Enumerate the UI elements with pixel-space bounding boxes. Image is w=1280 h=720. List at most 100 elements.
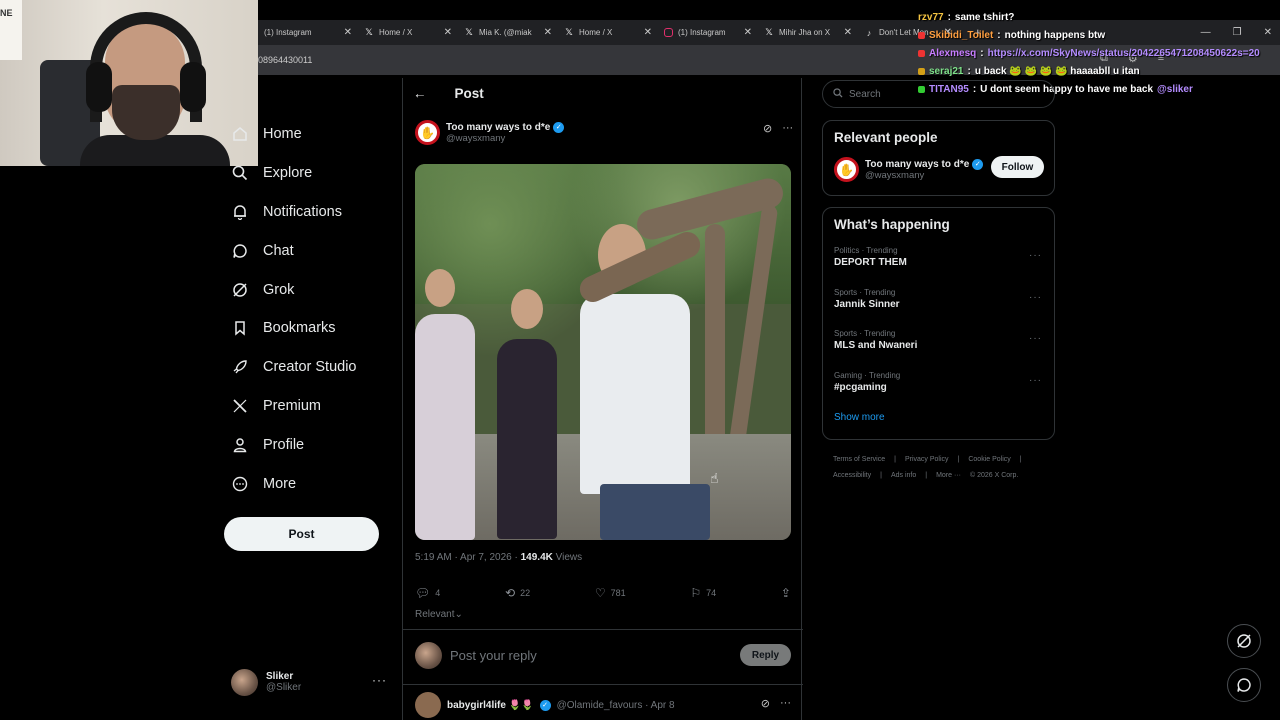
repost-action[interactable]: ⟲ 22 bbox=[505, 586, 530, 600]
show-more-link[interactable]: Show more bbox=[823, 406, 1054, 423]
chat-icon bbox=[231, 242, 249, 260]
more-circle-icon bbox=[231, 475, 249, 493]
footer-link[interactable]: Ads info bbox=[891, 472, 916, 479]
trend-item[interactable]: Gaming · Trending #pcgaming ··· bbox=[823, 365, 1054, 407]
post-timestamp[interactable]: 5:19 AM · Apr 7, 2026 · bbox=[415, 552, 521, 563]
search-input[interactable]: Search bbox=[849, 89, 881, 100]
browser-tab[interactable]: 𝕏 Home / X ✕ bbox=[358, 21, 458, 45]
footer-link[interactable]: Accessibility bbox=[833, 472, 871, 479]
post-meta: 5:19 AM · Apr 7, 2026 · 149.4K Views bbox=[415, 552, 582, 563]
footer-link[interactable]: Privacy Policy bbox=[905, 456, 949, 463]
close-icon[interactable]: ✕ bbox=[844, 27, 852, 38]
reply-author-name[interactable]: babygirl4life 🌷🌷 bbox=[447, 700, 534, 711]
more-dots-icon[interactable]: ··· bbox=[1029, 250, 1042, 261]
reply-author-handle[interactable]: @Olamide_favours · Apr 8 bbox=[557, 700, 675, 711]
reply-action[interactable]: 💬︎ 4 bbox=[415, 586, 440, 600]
footer-separator: | bbox=[957, 456, 960, 463]
close-icon[interactable]: ✕ bbox=[444, 27, 452, 38]
nav-item-grok[interactable]: Grok bbox=[224, 270, 357, 309]
nav-item-more[interactable]: More bbox=[224, 464, 357, 503]
mouse-cursor-icon: ☝ bbox=[710, 470, 719, 486]
reply-sort-dropdown[interactable]: Relevant⌄ bbox=[415, 609, 463, 620]
trend-category: Sports · Trending bbox=[834, 287, 896, 297]
post-button[interactable]: Post bbox=[224, 517, 379, 551]
rocket-icon bbox=[231, 358, 249, 376]
nav-item-bookmarks[interactable]: Bookmarks bbox=[224, 309, 357, 348]
grok-icon[interactable]: ⊘ bbox=[761, 697, 770, 710]
footer-separator: | bbox=[894, 456, 896, 463]
trend-item[interactable]: Sports · Trending Jannik Sinner ··· bbox=[823, 282, 1054, 324]
grok-float-button[interactable] bbox=[1227, 624, 1261, 658]
x-logo-icon: 𝕏 bbox=[365, 27, 373, 37]
post-video[interactable] bbox=[415, 164, 791, 540]
browser-tab[interactable]: 𝕏 Home / X ✕ bbox=[558, 21, 658, 45]
avatar bbox=[231, 668, 258, 696]
nav-item-explore[interactable]: Explore bbox=[224, 154, 357, 193]
nav-item-chat[interactable]: Chat bbox=[224, 231, 357, 270]
chat-text: same tshirt? bbox=[954, 11, 1015, 23]
close-icon[interactable]: ✕ bbox=[644, 27, 652, 38]
grok-icon[interactable]: ⊘ bbox=[763, 122, 772, 135]
person-name[interactable]: Too many ways to d*e bbox=[865, 159, 969, 170]
more-dots-icon[interactable]: ··· bbox=[372, 673, 387, 687]
close-icon[interactable]: ✕ bbox=[544, 27, 552, 38]
nav-item-creator-studio[interactable]: Creator Studio bbox=[224, 348, 357, 387]
nav-item-premium[interactable]: Premium bbox=[224, 387, 357, 426]
more-dots-icon[interactable]: ··· bbox=[1029, 333, 1042, 344]
profile-handle: @Sliker bbox=[266, 682, 302, 693]
post-author[interactable]: ✋ Too many ways to d*e ✓ @waysxmany bbox=[415, 120, 565, 145]
reply-count: 4 bbox=[435, 588, 441, 598]
url-text[interactable]: 08964430011 bbox=[258, 55, 312, 65]
trend-title: MLS and Nwaneri bbox=[834, 340, 918, 351]
badge-icon bbox=[918, 49, 925, 57]
chat-username: Skibidi_Toilet bbox=[929, 29, 994, 41]
reply-input[interactable]: Post your reply bbox=[450, 648, 732, 663]
back-arrow-icon[interactable]: ← bbox=[413, 86, 427, 101]
nav-item-home[interactable]: Home bbox=[224, 115, 357, 154]
card-title: Relevant people bbox=[834, 130, 938, 145]
avatar[interactable] bbox=[415, 692, 441, 718]
bookmark-icon: ⚐ bbox=[690, 586, 702, 600]
browser-tab[interactable]: (1) Instagram ✕ bbox=[658, 21, 758, 45]
trend-item[interactable]: Sports · Trending MLS and Nwaneri ··· bbox=[823, 323, 1054, 365]
more-dots-icon[interactable]: ··· bbox=[782, 122, 793, 135]
person-icon bbox=[231, 436, 249, 454]
nav-item-notifications[interactable]: Notifications bbox=[224, 193, 357, 232]
search-box[interactable]: Search bbox=[822, 80, 1055, 108]
reply-button[interactable]: Reply bbox=[740, 644, 791, 666]
more-dots-icon[interactable]: ··· bbox=[780, 697, 791, 710]
footer-link[interactable]: More ··· bbox=[936, 472, 961, 479]
verified-badge-icon: ✓ bbox=[972, 158, 984, 170]
reply-composer: Post your reply Reply bbox=[415, 641, 791, 669]
chat-link[interactable]: https://x.com/SkyNews/status/20422654712… bbox=[988, 48, 1260, 59]
browser-tab[interactable]: (1) Instagram ✕ bbox=[258, 21, 358, 45]
author-name[interactable]: Too many ways to d*e bbox=[446, 122, 550, 133]
messages-float-button[interactable] bbox=[1227, 668, 1261, 702]
chat-message: seraj21: u back 🐸 🐸 🐸 🐸 haaaabll u itan bbox=[918, 62, 1280, 80]
tab-label: Mihir Jha on X bbox=[779, 28, 831, 37]
share-action[interactable]: ⇪ bbox=[781, 586, 791, 600]
post-actions: 💬︎ 4 ⟲ 22 ♡ 781 ⚐ 74 ⇪ bbox=[415, 586, 791, 600]
more-dots-icon[interactable]: ··· bbox=[1029, 292, 1042, 303]
browser-tab[interactable]: 𝕏 Mia K. (@miak ✕ bbox=[458, 21, 558, 45]
follow-button[interactable]: Follow bbox=[991, 156, 1044, 178]
avatar[interactable]: ✋ bbox=[834, 157, 859, 182]
footer-link[interactable]: Cookie Policy bbox=[968, 456, 1010, 463]
person-row[interactable]: ✋ Too many ways to d*e ✓ @waysxmany Follo… bbox=[823, 145, 1054, 182]
profile-name: Sliker bbox=[266, 671, 294, 682]
reply-post[interactable]: babygirl4life 🌷🌷 ✓ @Olamide_favours · Ap… bbox=[415, 692, 791, 718]
badge-icon bbox=[918, 67, 925, 75]
nav-item-profile[interactable]: Profile bbox=[224, 425, 357, 464]
more-dots-icon[interactable]: ··· bbox=[1029, 375, 1042, 386]
author-handle[interactable]: @waysxmany bbox=[446, 133, 564, 144]
close-icon[interactable]: ✕ bbox=[744, 27, 752, 38]
browser-tab[interactable]: 𝕏 Mihir Jha on X ✕ bbox=[758, 21, 858, 45]
like-action[interactable]: ♡ 781 bbox=[595, 586, 626, 600]
avatar[interactable]: ✋ bbox=[415, 120, 440, 145]
bookmark-action[interactable]: ⚐ 74 bbox=[690, 586, 716, 600]
account-switcher[interactable]: Sliker @Sliker ··· bbox=[231, 667, 391, 697]
close-icon[interactable]: ✕ bbox=[344, 27, 352, 38]
x-logo-icon bbox=[231, 397, 249, 415]
footer-link[interactable]: Terms of Service bbox=[833, 456, 885, 463]
trend-item[interactable]: Politics · Trending DEPORT THEM ··· bbox=[823, 240, 1054, 282]
